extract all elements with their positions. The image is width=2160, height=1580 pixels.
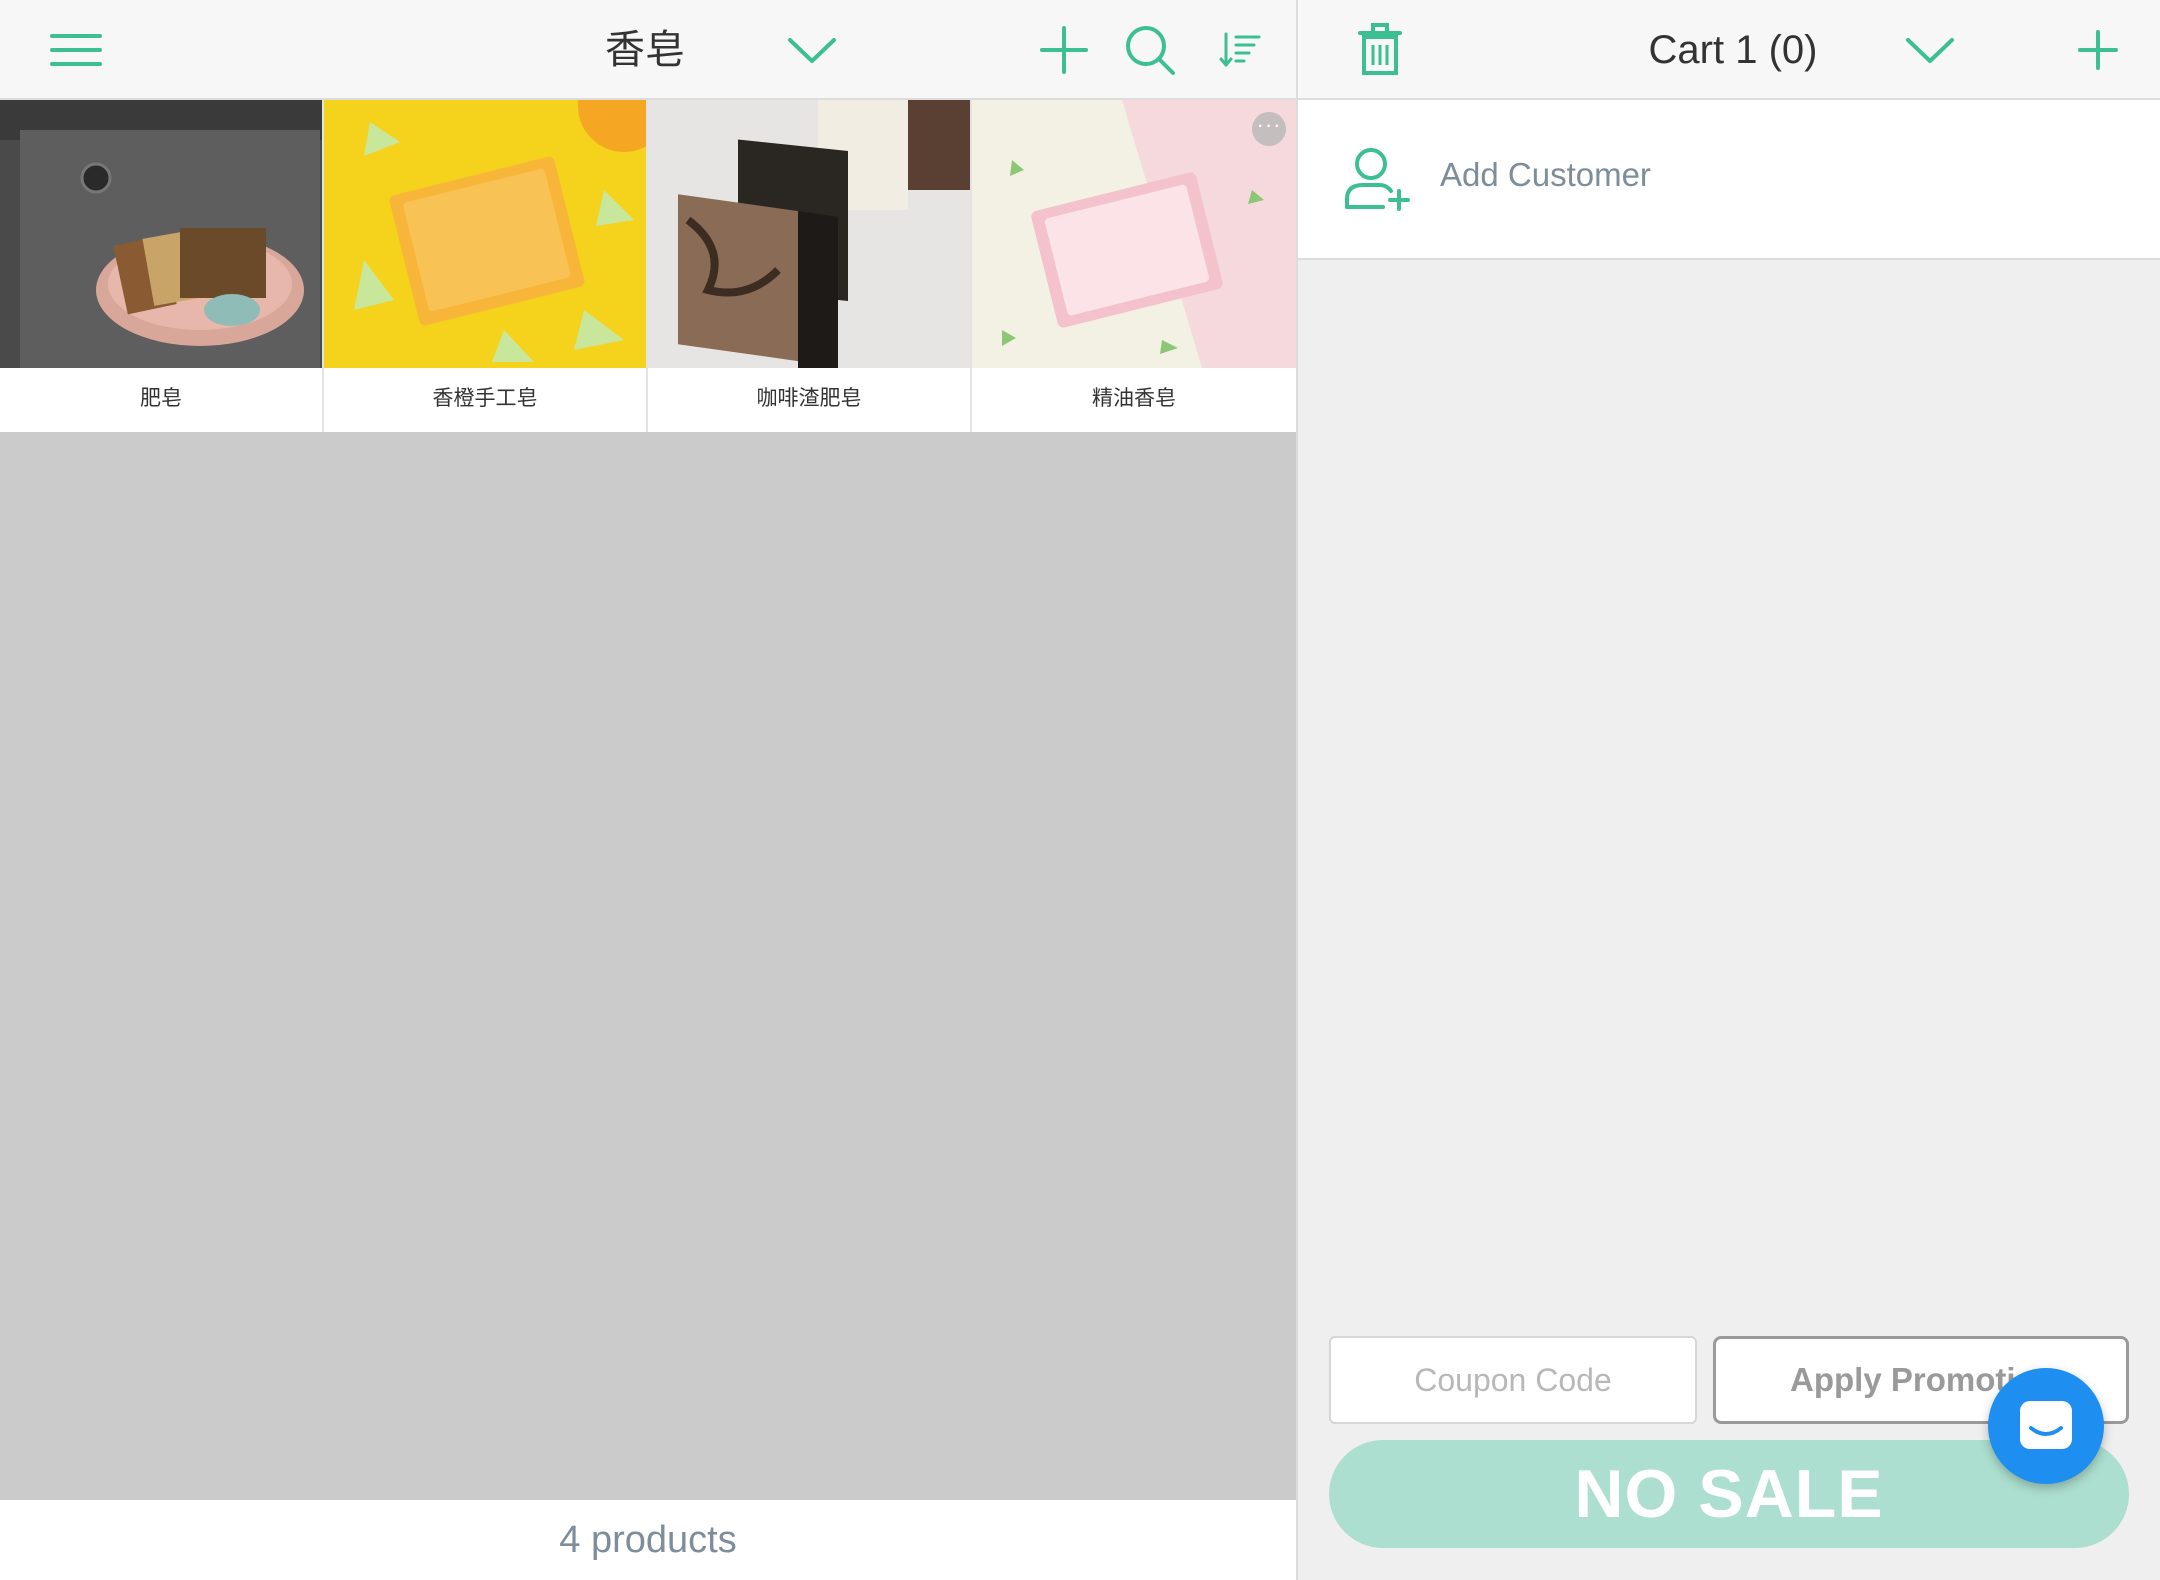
add-customer-row[interactable]: Add Customer (1298, 100, 2160, 260)
cart-panel: Cart 1 (0) Add Customer Apply Promo (1298, 0, 2160, 1580)
pos-app: 香皂 肥皂 香橙手工皂 咖啡渣肥皂 ··· 精油香皂 4 products Ca… (0, 0, 2160, 1580)
product-count: 4 products (0, 1500, 1296, 1580)
catalog-panel: 香皂 肥皂 香橙手工皂 咖啡渣肥皂 ··· 精油香皂 4 products (0, 0, 1296, 1580)
product-name: 香橙手工皂 (432, 387, 538, 410)
product-image (648, 100, 970, 368)
product-image (324, 100, 646, 368)
product-card[interactable]: 咖啡渣肥皂 (648, 100, 972, 432)
cart-toolbar: Cart 1 (0) (1298, 0, 2160, 100)
coupon-code-input[interactable] (1329, 1336, 1697, 1424)
product-name: 肥皂 (140, 387, 182, 410)
cart-title[interactable]: Cart 1 (0) (1618, 22, 1848, 78)
product-name: 精油香皂 (1092, 387, 1176, 410)
product-image (0, 100, 322, 368)
add-user-icon (1342, 146, 1412, 212)
trash-icon[interactable] (1354, 20, 1406, 80)
sort-icon[interactable] (1214, 28, 1266, 72)
product-name: 咖啡渣肥皂 (756, 387, 862, 410)
search-icon[interactable] (1122, 22, 1178, 78)
chevron-down-icon[interactable] (1898, 26, 1962, 74)
plus-icon[interactable] (1036, 24, 1092, 76)
product-grid: 肥皂 香橙手工皂 咖啡渣肥皂 ··· 精油香皂 (0, 100, 1296, 432)
hamburger-menu-icon[interactable] (40, 22, 112, 78)
chat-icon[interactable] (1988, 1368, 2104, 1484)
category-title[interactable]: 香皂 (560, 22, 730, 78)
product-card[interactable]: ··· 精油香皂 (972, 100, 1296, 432)
catalog-toolbar: 香皂 (0, 0, 1296, 100)
product-image (972, 100, 1296, 368)
product-card[interactable]: 肥皂 (0, 100, 324, 432)
more-options-icon[interactable]: ··· (1252, 112, 1286, 146)
product-card[interactable]: 香橙手工皂 (324, 100, 648, 432)
add-customer-label: Add Customer (1440, 156, 1651, 193)
chevron-down-icon[interactable] (780, 26, 844, 74)
plus-icon[interactable] (2074, 26, 2122, 74)
